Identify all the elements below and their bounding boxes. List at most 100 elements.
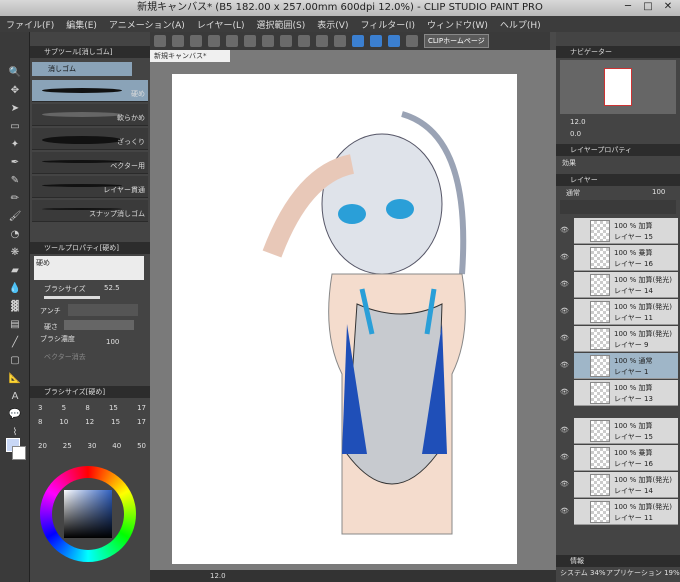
operation-icon[interactable]: ➤ <box>8 102 22 116</box>
clear-icon[interactable] <box>262 35 274 47</box>
redo-icon[interactable] <box>244 35 256 47</box>
deselect-icon[interactable] <box>316 35 328 47</box>
eye-icon[interactable]: 👁 <box>560 334 570 342</box>
hardness-slider[interactable] <box>64 320 134 330</box>
vector-erase-label: ベクター消去 <box>44 353 86 361</box>
pen-icon[interactable]: ✎ <box>8 174 22 188</box>
snap-grid-icon[interactable] <box>388 35 400 47</box>
menu-edit[interactable]: 編集(E) <box>66 18 97 31</box>
airbrush-icon[interactable]: ◔ <box>8 228 22 242</box>
layer-item[interactable]: 👁 100 % 加算(発光) レイヤー 9 <box>560 326 678 352</box>
move-icon[interactable]: ✥ <box>8 84 22 98</box>
transform-icon[interactable] <box>298 35 310 47</box>
maximize-button[interactable]: □ <box>640 1 656 14</box>
color-saturation-square[interactable] <box>64 490 112 538</box>
layer-item[interactable]: 👁 100 % 加算 レイヤー 13 <box>560 380 678 406</box>
snap-ruler-icon[interactable] <box>352 35 364 47</box>
text-icon[interactable]: A <box>8 390 22 404</box>
eye-icon[interactable]: 👁 <box>560 507 570 515</box>
brush-item-rough[interactable]: ざっくり <box>32 128 148 150</box>
blend-icon[interactable]: 💧 <box>8 282 22 296</box>
eye-icon[interactable]: 👁 <box>560 253 570 261</box>
layer-item[interactable]: 👁 100 % 乗算 レイヤー 16 <box>560 445 678 471</box>
navigator-view-frame[interactable] <box>604 68 632 106</box>
eye-icon[interactable]: 👁 <box>560 426 570 434</box>
subtool-tab-eraser[interactable]: 消しゴム <box>32 62 132 76</box>
minimize-button[interactable]: ─ <box>620 1 636 14</box>
canvas-tab[interactable]: 新規キャンバス* <box>150 50 230 62</box>
menu-animation[interactable]: アニメーション(A) <box>109 18 185 31</box>
brush-size-value[interactable]: 52.5 <box>104 284 120 292</box>
layer-item[interactable]: 👁 100 % 加算(発光) レイヤー 14 <box>560 272 678 298</box>
eye-icon[interactable]: 👁 <box>560 280 570 288</box>
fill-tool-icon[interactable]: ▓ <box>8 300 22 314</box>
brush-item-soft[interactable]: 軟らかめ <box>32 104 148 126</box>
eye-icon[interactable]: 👁 <box>560 307 570 315</box>
menu-file[interactable]: ファイル(F) <box>6 18 54 31</box>
eye-icon[interactable]: 👁 <box>560 361 570 369</box>
layer-item[interactable]: 👁 100 % 加算 レイヤー 15 <box>560 218 678 244</box>
sub-color-swatch[interactable] <box>12 446 26 460</box>
fill-icon[interactable] <box>280 35 292 47</box>
brushsize-row-2: 8 10 12 15 17 <box>38 418 146 426</box>
antialias-label: アンチ <box>40 307 61 315</box>
menu-view[interactable]: 表示(V) <box>317 18 348 31</box>
ruler-icon[interactable]: 📐 <box>8 372 22 386</box>
brush-icon[interactable]: 🖌 <box>8 210 22 224</box>
layer-item[interactable]: 👁 100 % 加算 レイヤー 15 <box>560 418 678 444</box>
open-icon[interactable] <box>190 35 202 47</box>
eye-icon[interactable]: 👁 <box>560 226 570 234</box>
zoom-value[interactable]: 12.0 <box>210 572 226 580</box>
eyedropper-icon[interactable]: ✒ <box>8 156 22 170</box>
decoration-icon[interactable]: ❋ <box>8 246 22 260</box>
snap-special-ruler-icon[interactable] <box>370 35 382 47</box>
frame-icon[interactable]: ▢ <box>8 354 22 368</box>
brush-item-vector[interactable]: ベクター用 <box>32 152 148 174</box>
gradient-icon[interactable]: ▤ <box>8 318 22 332</box>
brush-size-label: ブラシサイズ <box>44 285 86 293</box>
layer-panel-header[interactable]: レイヤー <box>556 174 680 186</box>
brush-size-slider[interactable] <box>44 296 100 299</box>
layer-item[interactable]: 👁 100 % 加算(発光) レイヤー 11 <box>560 499 678 525</box>
crop-icon[interactable] <box>334 35 346 47</box>
eraser-icon[interactable]: ▰ <box>8 264 22 278</box>
navigator-angle[interactable]: 0.0 <box>570 130 581 138</box>
menu-filter[interactable]: フィルター(I) <box>360 18 415 31</box>
layer-item[interactable]: 👁 100 % 乗算 レイヤー 16 <box>560 245 678 271</box>
density-value[interactable]: 100 <box>106 338 119 346</box>
antialias-options[interactable] <box>68 304 138 316</box>
new-file-icon[interactable] <box>172 35 184 47</box>
navigator-zoom[interactable]: 12.0 <box>570 118 586 126</box>
layer-item-selected[interactable]: 👁 100 % 通常 レイヤー 1 <box>560 353 678 379</box>
eye-icon[interactable]: 👁 <box>560 480 570 488</box>
eye-icon[interactable]: 👁 <box>560 453 570 461</box>
layer-item[interactable]: 👁 100 % 加算(発光) レイヤー 11 <box>560 299 678 325</box>
tool-palette: 🔍 ✥ ➤ ▭ ✦ ✒ ✎ ✏ 🖌 ◔ ❋ ▰ 💧 ▓ ▤ ╱ ▢ 📐 A 💬 … <box>0 32 30 582</box>
menu-help[interactable]: ヘルプ(H) <box>500 18 541 31</box>
navigator-preview[interactable] <box>560 60 676 114</box>
brush-item-hard[interactable]: 硬め <box>32 80 148 102</box>
undo-icon[interactable] <box>226 35 238 47</box>
clip-home-button[interactable]: CLIPホームページ <box>424 34 489 48</box>
clip-studio-icon[interactable] <box>154 35 166 47</box>
menu-window[interactable]: ウィンドウ(W) <box>427 18 488 31</box>
selection-icon[interactable]: ▭ <box>8 120 22 134</box>
menu-selection[interactable]: 選択範囲(S) <box>257 18 306 31</box>
figure-icon[interactable]: ╱ <box>8 336 22 350</box>
blend-mode-select[interactable]: 通常 <box>566 188 580 198</box>
toolprop-preview: 硬め <box>34 256 144 280</box>
menu-layer[interactable]: レイヤー(L) <box>197 18 245 31</box>
brush-item-layer-through[interactable]: レイヤー貫通 <box>32 176 148 198</box>
canvas-paper[interactable] <box>172 74 517 564</box>
close-button[interactable]: ✕ <box>660 1 676 14</box>
balloon-icon[interactable]: 💬 <box>8 408 22 422</box>
eye-icon[interactable]: 👁 <box>560 388 570 396</box>
save-icon[interactable] <box>208 35 220 47</box>
layer-item[interactable]: 👁 100 % 加算(発光) レイヤー 14 <box>560 472 678 498</box>
zoom-icon[interactable]: 🔍 <box>8 66 22 80</box>
pencil-icon[interactable]: ✏ <box>8 192 22 206</box>
brush-item-snap-eraser[interactable]: スナップ消しゴム <box>32 200 148 222</box>
settings-icon[interactable] <box>406 35 418 47</box>
opacity-value[interactable]: 100 <box>652 188 665 196</box>
auto-select-icon[interactable]: ✦ <box>8 138 22 152</box>
